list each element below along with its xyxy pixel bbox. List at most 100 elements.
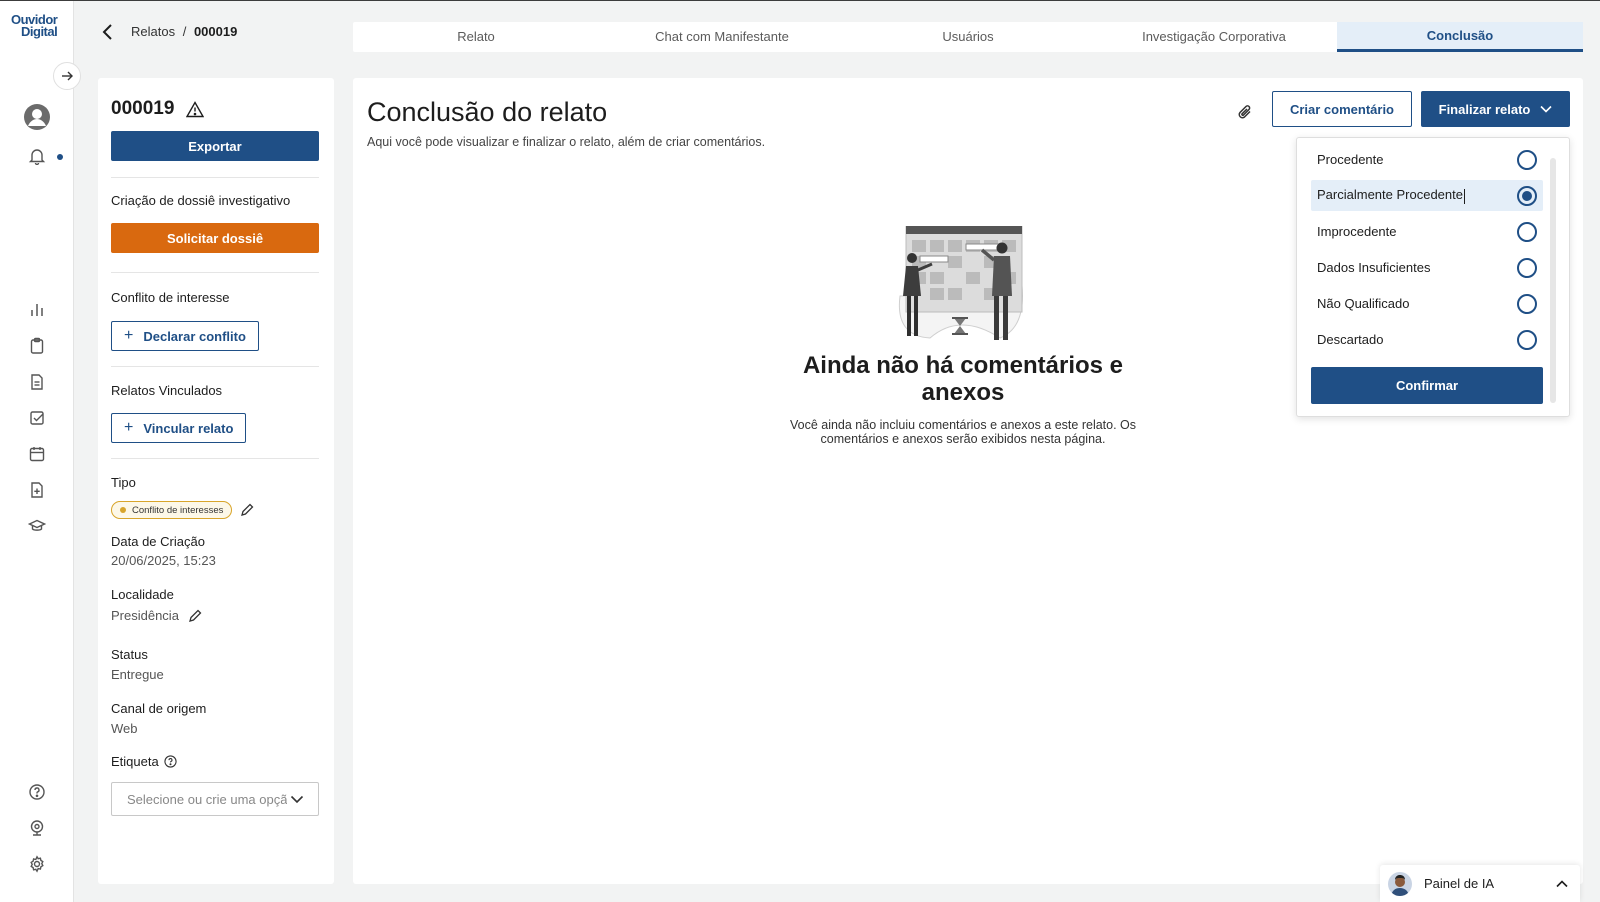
warning-icon xyxy=(186,100,205,117)
document-icon[interactable] xyxy=(28,373,46,391)
tag-select[interactable]: Selecione ou crie uma opção xyxy=(111,782,319,816)
option-label: Procedente xyxy=(1317,152,1384,167)
info-help-icon[interactable] xyxy=(164,755,177,768)
option-procedente[interactable]: Procedente xyxy=(1311,144,1543,175)
empty-state-illustration xyxy=(890,226,1030,348)
channel-label: Canal de origem xyxy=(111,701,207,716)
linked-reports-label: Relatos Vinculados xyxy=(111,383,223,398)
location-field: Presidência xyxy=(111,608,202,623)
radio-button[interactable] xyxy=(1517,293,1537,314)
export-button[interactable]: Exportar xyxy=(111,131,319,161)
link-report-label: Vincular relato xyxy=(143,420,234,436)
arrow-right-icon xyxy=(62,71,73,81)
status-value: Entregue xyxy=(111,667,164,682)
channel-value: Web xyxy=(111,721,138,736)
finalize-report-label: Finalizar relato xyxy=(1438,101,1531,117)
radio-button[interactable] xyxy=(1517,257,1537,278)
divider xyxy=(111,177,319,178)
status-label: Status xyxy=(111,647,148,662)
dossier-label: Criação de dossiê investigativo xyxy=(111,193,291,208)
task-check-icon[interactable] xyxy=(28,409,46,427)
edit-pencil-icon[interactable] xyxy=(240,503,254,517)
tab-bar: Relato Chat com Manifestante Usuários In… xyxy=(353,22,1583,52)
badge-dot xyxy=(120,507,126,513)
page-subtitle: Aqui você pode visualizar e finalizar o … xyxy=(367,135,766,149)
expand-sidebar-button[interactable] xyxy=(53,62,81,90)
page-title: Conclusão do relato xyxy=(367,97,608,127)
breadcrumb-separator: / xyxy=(182,24,187,39)
plus-icon: + xyxy=(124,419,134,436)
option-label: Parcialmente Procedente xyxy=(1317,187,1463,203)
radio-dot xyxy=(1522,190,1532,201)
breadcrumb-parent[interactable]: Relatos xyxy=(131,24,175,39)
option-label: Descartado xyxy=(1317,332,1384,347)
notifications-bell-icon[interactable] xyxy=(28,147,46,165)
tag-select-placeholder: Selecione ou crie uma opção xyxy=(127,791,287,807)
declare-conflict-label: Declarar conflito xyxy=(143,328,246,344)
webcam-icon[interactable] xyxy=(28,819,46,837)
link-report-button[interactable]: + Vincular relato xyxy=(111,413,247,443)
graduation-cap-icon[interactable] xyxy=(28,517,46,535)
type-value: Conflito de interesses xyxy=(132,504,224,516)
divider xyxy=(111,366,319,367)
conflict-label: Conflito de interesse xyxy=(111,290,230,305)
option-parcialmente-procedente[interactable]: Parcialmente Procedente xyxy=(1311,180,1543,211)
radio-button-selected[interactable] xyxy=(1517,185,1537,206)
back-button[interactable] xyxy=(100,23,116,41)
option-improcedente[interactable]: Improcedente xyxy=(1311,216,1543,247)
type-label: Tipo xyxy=(111,475,136,490)
user-avatar-icon[interactable] xyxy=(23,103,51,131)
tab-conclusao[interactable]: Conclusão xyxy=(1337,22,1583,52)
create-comment-button[interactable]: Criar comentário xyxy=(1272,91,1412,127)
option-label: Improcedente xyxy=(1317,224,1397,239)
request-dossier-button[interactable]: Solicitar dossiê xyxy=(111,223,319,253)
finalize-report-button[interactable]: Finalizar relato xyxy=(1421,91,1570,127)
tag-label-row: Etiqueta xyxy=(111,754,177,769)
radio-button[interactable] xyxy=(1517,329,1537,350)
confirm-button[interactable]: Confirmar xyxy=(1311,367,1543,404)
type-field: Conflito de interesses xyxy=(111,501,254,519)
calendar-icon[interactable] xyxy=(28,445,46,463)
report-id-heading: 000019 xyxy=(111,98,205,120)
declare-conflict-button[interactable]: + Declarar conflito xyxy=(111,321,259,351)
ai-panel-label: Painel de IA xyxy=(1424,876,1495,891)
help-icon[interactable] xyxy=(28,783,46,801)
menu-scrollbar[interactable] xyxy=(1550,158,1556,403)
empty-state-title: Ainda não há comentários e anexos xyxy=(802,352,1124,406)
breadcrumb-current: 000019 xyxy=(193,24,238,39)
breadcrumb: Relatos / 000019 xyxy=(131,24,237,39)
chevron-left-icon xyxy=(102,24,112,40)
option-nao-qualificado[interactable]: Não Qualificado xyxy=(1311,288,1543,319)
ai-assistant-avatar xyxy=(1388,871,1412,896)
tab-relato[interactable]: Relato xyxy=(353,22,599,52)
attachment-paperclip-icon[interactable] xyxy=(1236,103,1254,121)
radio-button[interactable] xyxy=(1517,221,1537,242)
chevron-up-icon xyxy=(1556,879,1568,887)
finalize-options-menu: Procedente Parcialmente Procedente Impro… xyxy=(1296,137,1570,417)
option-dados-insuficientes[interactable]: Dados Insuficientes xyxy=(1311,252,1543,283)
tab-chat[interactable]: Chat com Manifestante xyxy=(599,22,845,52)
type-badge: Conflito de interesses xyxy=(111,501,233,519)
chevron-down-icon xyxy=(290,795,304,803)
chevron-down-icon xyxy=(1540,105,1552,113)
tab-investigacao[interactable]: Investigação Corporativa xyxy=(1091,22,1337,52)
option-label: Dados Insuficientes xyxy=(1317,260,1431,275)
location-value: Presidência xyxy=(111,608,179,623)
plus-icon: + xyxy=(124,327,134,344)
divider xyxy=(111,272,319,273)
add-file-icon[interactable] xyxy=(28,481,46,499)
dashboard-chart-icon[interactable] xyxy=(28,301,46,319)
edit-pencil-icon[interactable] xyxy=(188,609,202,623)
option-label-wrap: Parcialmente Procedente xyxy=(1317,187,1465,204)
created-label: Data de Criação xyxy=(111,534,205,549)
ai-panel-toggle[interactable]: Painel de IA xyxy=(1380,865,1580,902)
created-value: 20/06/2025, 15:23 xyxy=(111,553,216,568)
radio-button[interactable] xyxy=(1517,149,1537,170)
clipboard-icon[interactable] xyxy=(28,337,46,355)
tab-usuarios[interactable]: Usuários xyxy=(845,22,1091,52)
tag-label: Etiqueta xyxy=(111,754,159,769)
settings-gear-icon[interactable] xyxy=(28,855,46,873)
option-descartado[interactable]: Descartado xyxy=(1311,324,1543,355)
app-logo[interactable]: Ouvidor Digital xyxy=(11,13,63,38)
report-id: 000019 xyxy=(111,98,175,119)
